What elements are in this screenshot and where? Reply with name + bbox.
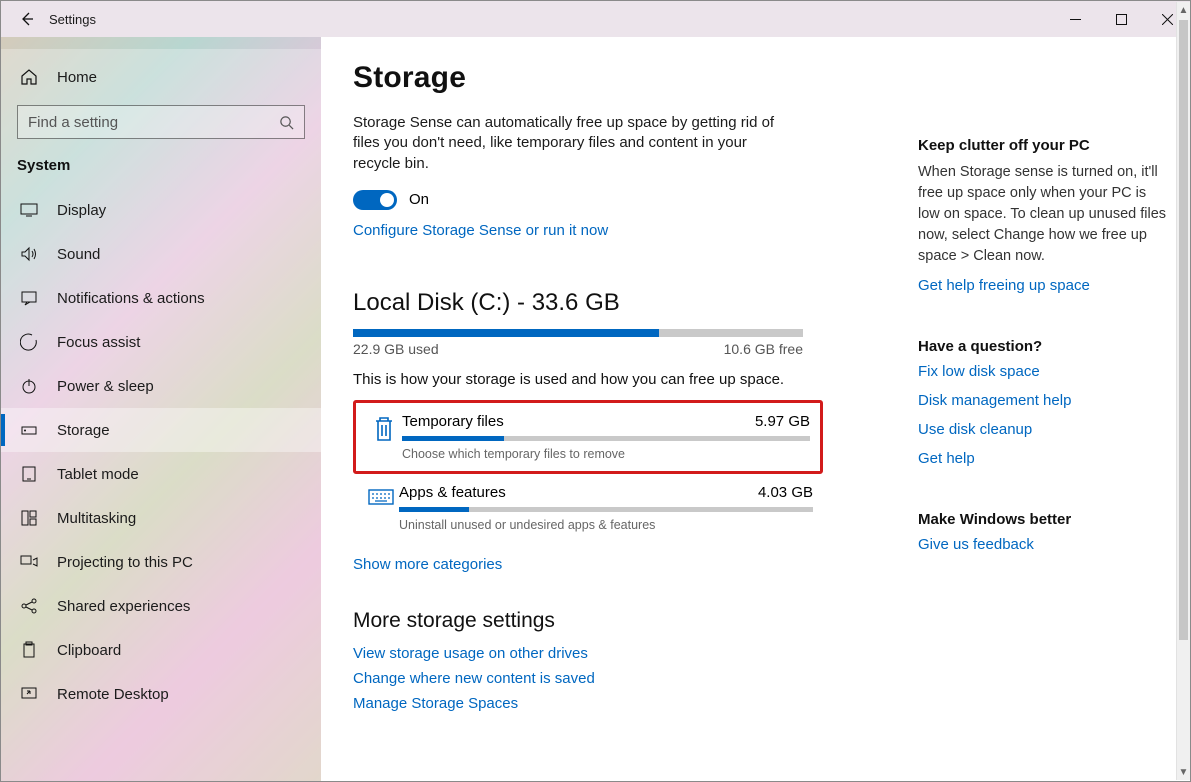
- category-size: 5.97 GB: [755, 413, 810, 430]
- category-bar: [399, 507, 813, 512]
- trash-icon: [366, 413, 402, 443]
- search-input[interactable]: [28, 114, 279, 131]
- projecting-icon: [17, 553, 41, 571]
- category-bar: [402, 436, 810, 441]
- more-storage-settings-heading: More storage settings: [353, 609, 886, 633]
- disk-management-help-link[interactable]: Disk management help: [918, 392, 1168, 409]
- get-help-freeing-space-link[interactable]: Get help freeing up space: [918, 277, 1168, 294]
- give-feedback-link[interactable]: Give us feedback: [918, 536, 1168, 553]
- category-apps-features[interactable]: Apps & features 4.03 GB Uninstall unused …: [353, 474, 823, 542]
- maximize-icon: [1116, 14, 1127, 25]
- home-icon: [17, 68, 41, 86]
- storage-sense-toggle[interactable]: [353, 190, 397, 210]
- use-disk-cleanup-link[interactable]: Use disk cleanup: [918, 421, 1168, 438]
- settings-window: Settings Home System: [0, 0, 1191, 782]
- make-windows-better-heading: Make Windows better: [918, 511, 1168, 528]
- category-name: Temporary files: [402, 413, 504, 430]
- nav-clipboard[interactable]: Clipboard: [1, 628, 321, 672]
- category-size: 4.03 GB: [758, 484, 813, 501]
- window-controls: [1052, 1, 1190, 37]
- nav-shared-experiences[interactable]: Shared experiences: [1, 584, 321, 628]
- sidebar: Home System Display Sound: [1, 37, 321, 781]
- shared-icon: [17, 597, 41, 615]
- configure-storage-sense-link[interactable]: Configure Storage Sense or run it now: [353, 222, 608, 239]
- nav-label: Projecting to this PC: [57, 554, 193, 571]
- category-desc: Uninstall unused or undesired apps & fea…: [399, 518, 813, 532]
- focus-assist-icon: [17, 333, 41, 351]
- nav-notifications[interactable]: Notifications & actions: [1, 276, 321, 320]
- arrow-left-icon: [19, 11, 35, 27]
- nav-label: Tablet mode: [57, 466, 139, 483]
- nav-display[interactable]: Display: [1, 188, 321, 232]
- notifications-icon: [17, 289, 41, 307]
- content: Storage Storage Sense can automatically …: [321, 37, 918, 781]
- view-storage-other-drives-link[interactable]: View storage usage on other drives: [353, 645, 588, 662]
- nav-label: Sound: [57, 246, 100, 263]
- category-name: Apps & features: [399, 484, 506, 501]
- scroll-down-arrow-icon[interactable]: ▼: [1177, 764, 1190, 780]
- nav-label: Remote Desktop: [57, 686, 169, 703]
- get-help-link[interactable]: Get help: [918, 450, 1168, 467]
- disk-subtext: This is how your storage is used and how…: [353, 371, 886, 388]
- disk-free-label: 10.6 GB free: [724, 341, 803, 357]
- app-title: Settings: [49, 12, 96, 27]
- remote-desktop-icon: [17, 685, 41, 703]
- storage-sense-description: Storage Sense can automatically free up …: [353, 113, 793, 174]
- keep-clutter-heading: Keep clutter off your PC: [918, 137, 1168, 154]
- close-icon: [1162, 14, 1173, 25]
- search-box[interactable]: [17, 105, 305, 139]
- sound-icon: [17, 245, 41, 263]
- nav-multitasking[interactable]: Multitasking: [1, 496, 321, 540]
- nav-tablet-mode[interactable]: Tablet mode: [1, 452, 321, 496]
- maximize-button[interactable]: [1098, 1, 1144, 37]
- nav-label: Display: [57, 202, 106, 219]
- titlebar: Settings: [1, 1, 1190, 37]
- keyboard-icon: [363, 484, 399, 508]
- nav-remote-desktop[interactable]: Remote Desktop: [1, 672, 321, 716]
- change-content-save-location-link[interactable]: Change where new content is saved: [353, 670, 595, 687]
- disk-used-label: 22.9 GB used: [353, 341, 439, 357]
- scrollbar[interactable]: ▲ ▼: [1176, 37, 1190, 780]
- disk-heading: Local Disk (C:) - 33.6 GB: [353, 289, 886, 317]
- category-temporary-files[interactable]: Temporary files 5.97 GB Choose which temp…: [353, 400, 823, 474]
- sidebar-group-system: System: [1, 149, 321, 188]
- nav-projecting[interactable]: Projecting to this PC: [1, 540, 321, 584]
- display-icon: [17, 201, 41, 219]
- fix-low-disk-space-link[interactable]: Fix low disk space: [918, 363, 1168, 380]
- power-icon: [17, 377, 41, 395]
- page-title: Storage: [353, 61, 886, 95]
- nav-label: Shared experiences: [57, 598, 190, 615]
- keep-clutter-text: When Storage sense is turned on, it'll f…: [918, 162, 1168, 267]
- toggle-label: On: [409, 191, 429, 208]
- storage-icon: [17, 421, 41, 439]
- back-button[interactable]: [9, 1, 45, 37]
- clipboard-icon: [17, 641, 41, 659]
- nav-label: Notifications & actions: [57, 290, 205, 307]
- minimize-icon: [1070, 14, 1081, 25]
- manage-storage-spaces-link[interactable]: Manage Storage Spaces: [353, 695, 518, 712]
- nav-label: Clipboard: [57, 642, 121, 659]
- nav-label: Focus assist: [57, 334, 140, 351]
- nav-label: Multitasking: [57, 510, 136, 527]
- nav-power-sleep[interactable]: Power & sleep: [1, 364, 321, 408]
- right-column: Keep clutter off your PC When Storage se…: [918, 37, 1190, 781]
- nav-label: Power & sleep: [57, 378, 154, 395]
- search-icon: [279, 115, 294, 130]
- home-nav[interactable]: Home: [1, 57, 321, 97]
- main-area: Storage Storage Sense can automatically …: [321, 37, 1190, 781]
- show-more-categories-link[interactable]: Show more categories: [353, 556, 502, 573]
- tablet-icon: [17, 465, 41, 483]
- scrollbar-thumb[interactable]: [1179, 37, 1188, 640]
- nav-label: Storage: [57, 422, 110, 439]
- nav-focus-assist[interactable]: Focus assist: [1, 320, 321, 364]
- home-label: Home: [57, 69, 97, 86]
- have-question-heading: Have a question?: [918, 338, 1168, 355]
- multitasking-icon: [17, 509, 41, 527]
- nav-sound[interactable]: Sound: [1, 232, 321, 276]
- minimize-button[interactable]: [1052, 1, 1098, 37]
- category-desc: Choose which temporary files to remove: [402, 447, 810, 461]
- disk-usage-bar: [353, 329, 803, 337]
- nav-storage[interactable]: Storage: [1, 408, 321, 452]
